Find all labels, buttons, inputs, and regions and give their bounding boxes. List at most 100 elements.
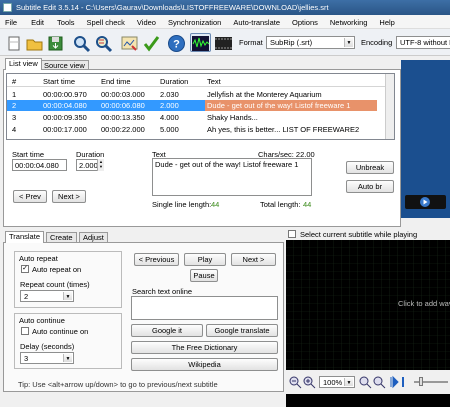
cell-number: 4 <box>12 125 17 134</box>
scroll-start-icon[interactable] <box>401 375 411 389</box>
menu-options[interactable]: Options <box>292 15 318 28</box>
free-dictionary-button[interactable]: The Free Dictionary <box>131 341 278 354</box>
prev-button[interactable]: < Prev <box>13 190 47 203</box>
next-button[interactable]: Next > <box>52 190 86 203</box>
subtitle-table[interactable]: # Start time End time Duration Text 1 00… <box>6 73 395 140</box>
google-translate-button[interactable]: Google translate <box>206 324 278 337</box>
zoom-out-icon[interactable] <box>288 375 302 389</box>
pause-button[interactable]: Pause <box>190 269 218 282</box>
table-row[interactable]: 4 00:00:17.000 00:00:22.000 5.000 Ah yes… <box>7 124 394 135</box>
chevron-down-icon: ▼ <box>344 378 353 386</box>
table-row[interactable]: 1 00:00:00.970 00:00:03.000 2.030 Jellyf… <box>7 89 394 100</box>
chevron-down-icon: ▼ <box>63 354 72 362</box>
google-it-button[interactable]: Google it <box>131 324 203 337</box>
video-toggle-icon[interactable] <box>213 33 234 52</box>
zoom-in-vertical-icon[interactable] <box>372 375 386 389</box>
play-button[interactable]: Play <box>184 253 226 266</box>
table-row-selected[interactable]: 2 00:00:04.080 00:00:06.080 2.000 Dude -… <box>7 100 394 111</box>
menu-synchronization[interactable]: Synchronization <box>168 15 221 28</box>
spell-check-icon[interactable] <box>141 33 160 52</box>
table-header: # Start time End time Duration Text <box>7 76 394 87</box>
cell-duration: 4.000 <box>160 113 179 122</box>
cell-start: 00:00:04.080 <box>43 101 87 110</box>
cell-text: Ah yes, this is better... LIST OF FREEWA… <box>207 125 360 134</box>
auto-break-button[interactable]: Auto br <box>346 180 394 193</box>
visual-sync-icon[interactable] <box>119 33 138 52</box>
menu-file[interactable]: File <box>5 15 17 28</box>
start-time-field[interactable]: 00:00:04.080 <box>12 159 67 171</box>
encoding-dropdown[interactable]: UTF-8 without BOM <box>396 36 450 49</box>
chevron-down-icon: ▼ <box>344 38 353 47</box>
title-bar: Subtitle Edit 3.5.14 - C:\Users\Gaurav\D… <box>0 0 450 15</box>
col-start-time[interactable]: Start time <box>43 76 75 87</box>
find-icon[interactable] <box>71 33 91 53</box>
duration-spinner[interactable]: ▲ ▼ <box>97 159 104 171</box>
cell-end: 00:00:13.350 <box>101 113 145 122</box>
waveform-toggle-icon[interactable] <box>190 33 211 52</box>
col-text[interactable]: Text <box>207 76 221 87</box>
menu-help[interactable]: Help <box>379 15 394 28</box>
menu-auto-translate[interactable]: Auto-translate <box>233 15 280 28</box>
table-scrollbar[interactable] <box>385 74 394 139</box>
window-title: Subtitle Edit 3.5.14 - C:\Users\Gaurav\D… <box>16 3 329 12</box>
toolbar: ? Format SubRip (.srt) ▼ Encoding UTF-8 … <box>0 29 450 56</box>
menu-edit[interactable]: Edit <box>31 15 44 28</box>
menu-networking[interactable]: Networking <box>330 15 368 28</box>
col-number[interactable]: # <box>12 76 16 87</box>
total-length-label: Total length: <box>260 200 301 209</box>
delay-value: 3 <box>24 354 29 363</box>
auto-repeat-on-label: Auto repeat on <box>32 265 82 274</box>
play-position-icon[interactable] <box>389 375 399 389</box>
menu-video[interactable]: Video <box>137 15 156 28</box>
menu-tools[interactable]: Tools <box>57 15 75 28</box>
click-to-add-wave[interactable]: Click to add wave <box>398 299 450 308</box>
cell-number: 2 <box>12 101 17 110</box>
single-line-length-label: Single line length: <box>152 200 212 209</box>
tip-text: Tip: Use <alt+arrow up/down> to go to pr… <box>18 380 218 389</box>
waveform-toolbar: 100% ▼ <box>286 370 450 394</box>
zoom-out-vertical-icon[interactable] <box>358 375 372 389</box>
search-text-online-label: Search text online <box>132 287 193 296</box>
col-end-time[interactable]: End time <box>101 76 131 87</box>
search-text-input[interactable] <box>131 296 278 320</box>
app-icon <box>3 3 12 12</box>
format-value: SubRip (.srt) <box>270 38 313 47</box>
auto-continue-on-label: Auto continue on <box>32 327 89 336</box>
open-folder-icon[interactable] <box>24 33 43 52</box>
delay-dropdown[interactable]: 3 ▼ <box>20 352 74 364</box>
auto-repeat-checkbox[interactable]: ✓ <box>21 265 29 273</box>
replace-icon[interactable] <box>93 33 113 53</box>
help-icon[interactable]: ? <box>166 33 185 52</box>
cell-number: 1 <box>12 90 17 99</box>
repeat-count-dropdown[interactable]: 2 ▼ <box>20 290 74 302</box>
zoom-value: 100% <box>323 378 343 387</box>
video-controls-mini <box>405 195 446 209</box>
svg-text:?: ? <box>173 39 180 51</box>
table-row[interactable]: 3 00:00:09.350 00:00:13.350 4.000 Shaky … <box>7 112 394 123</box>
auto-continue-group-label: Auto continue <box>19 316 65 325</box>
repeat-count-label: Repeat count (times) <box>20 280 90 289</box>
auto-continue-checkbox[interactable] <box>21 327 29 335</box>
next-subtitle-button[interactable]: Next > <box>231 253 276 266</box>
cell-duration: 2.030 <box>160 90 179 99</box>
tab-translate[interactable]: Translate <box>5 231 44 243</box>
unbreak-button[interactable]: Unbreak <box>346 161 394 174</box>
col-duration[interactable]: Duration <box>160 76 188 87</box>
tab-list-view[interactable]: List view <box>5 58 42 70</box>
video-thumbnail <box>401 60 450 218</box>
cell-text: Jellyfish at the Monterey Aquarium <box>207 90 322 99</box>
slider-thumb[interactable] <box>419 377 423 386</box>
zoom-dropdown[interactable]: 100% ▼ <box>319 376 355 388</box>
chevron-down-icon: ▼ <box>63 292 72 300</box>
save-icon[interactable] <box>45 33 64 52</box>
previous-button[interactable]: < Previous <box>134 253 179 266</box>
format-dropdown[interactable]: SubRip (.srt) ▼ <box>266 36 355 49</box>
cell-duration: 2.000 <box>160 101 179 110</box>
zoom-in-icon[interactable] <box>302 375 316 389</box>
wikipedia-button[interactable]: Wikipedia <box>131 358 278 371</box>
new-file-icon[interactable] <box>4 33 23 52</box>
format-label: Format <box>239 38 263 47</box>
select-current-checkbox[interactable] <box>288 230 296 238</box>
menu-spell-check[interactable]: Spell check <box>87 15 125 28</box>
subtitle-text-editor[interactable]: Dude - get out of the way! Listof freewa… <box>152 158 312 196</box>
